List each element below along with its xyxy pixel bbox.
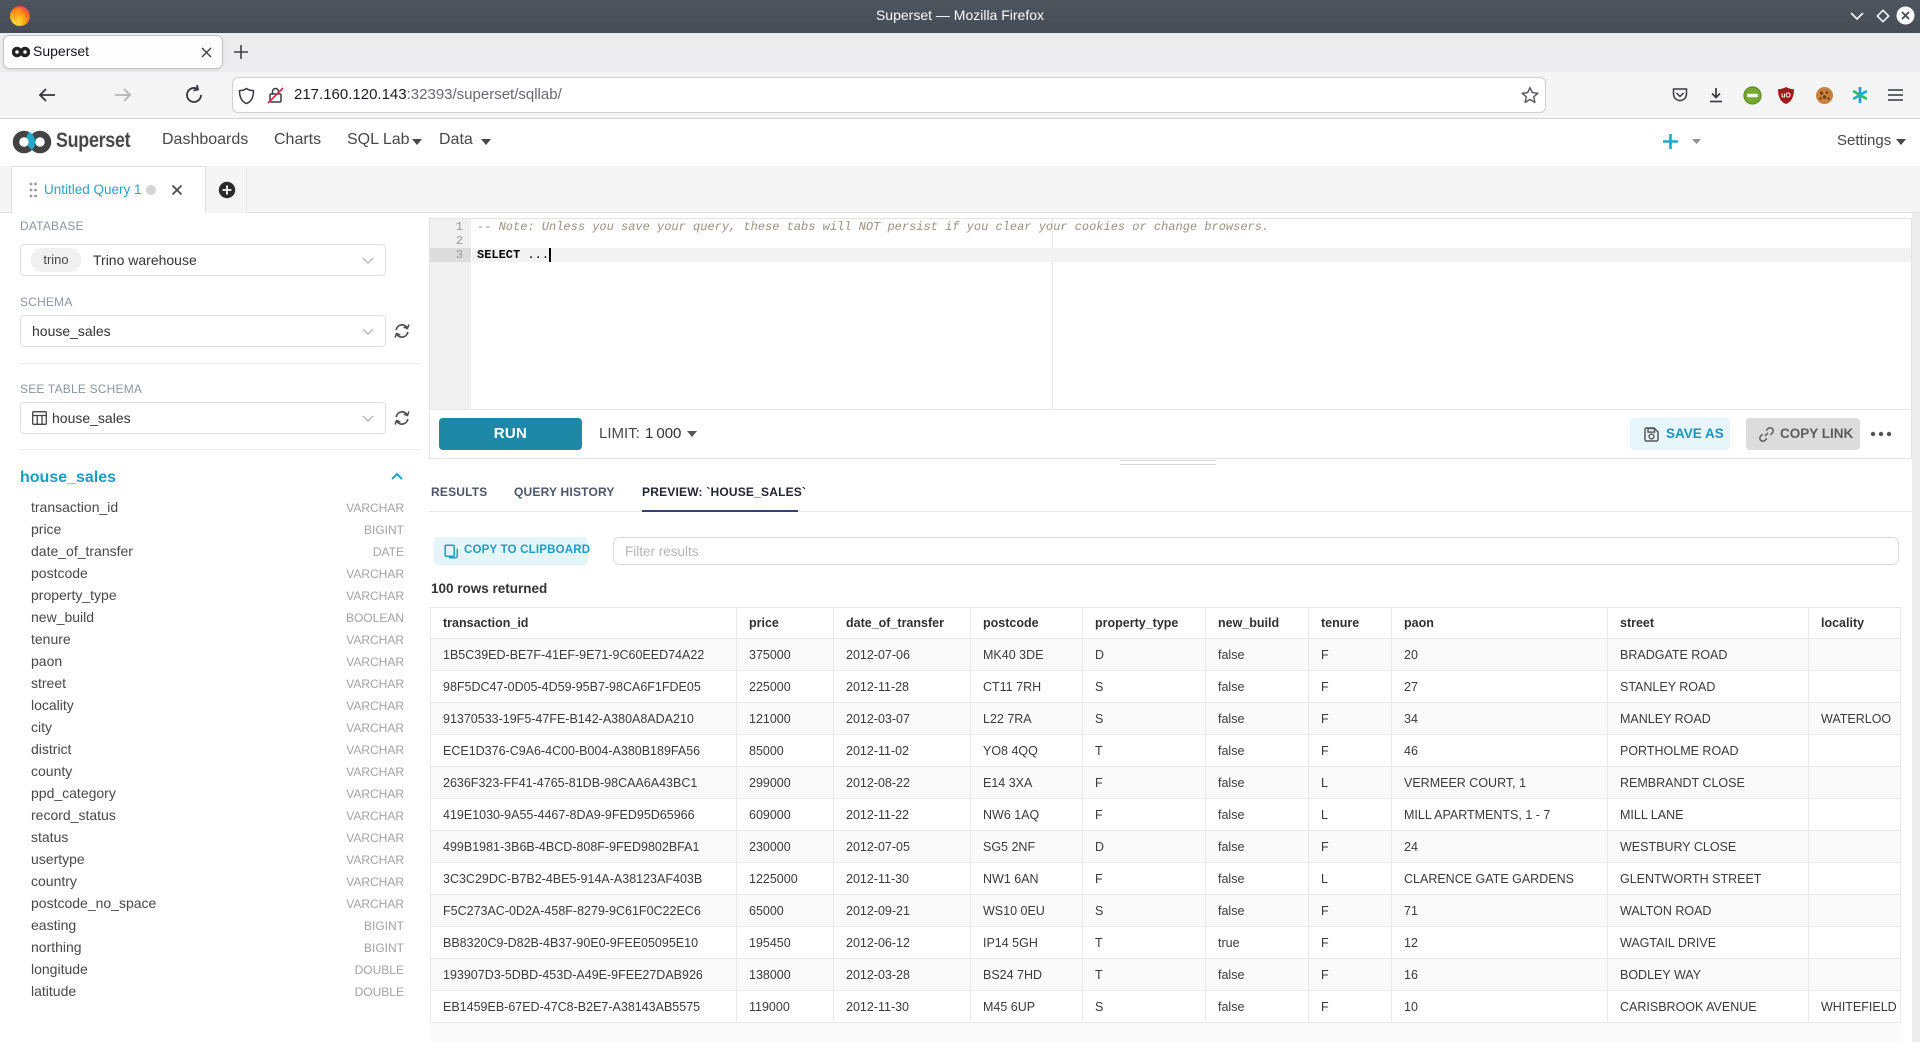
svg-text:uO: uO <box>1781 93 1791 100</box>
